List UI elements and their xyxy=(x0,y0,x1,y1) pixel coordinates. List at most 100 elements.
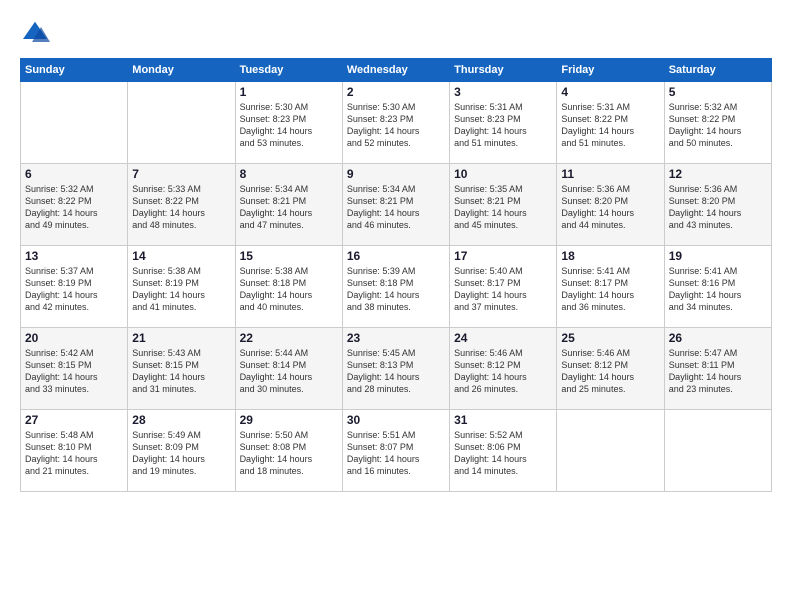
calendar-cell: 22 Sunrise: 5:44 AM Sunset: 8:14 PM Dayli… xyxy=(235,328,342,410)
calendar-cell: 16 Sunrise: 5:39 AM Sunset: 8:18 PM Dayli… xyxy=(342,246,449,328)
day-info: Sunrise: 5:34 AM Sunset: 8:21 PM Dayligh… xyxy=(347,183,445,232)
day-number: 26 xyxy=(669,331,767,345)
day-info: Sunrise: 5:39 AM Sunset: 8:18 PM Dayligh… xyxy=(347,265,445,314)
weekday-header-monday: Monday xyxy=(128,59,235,82)
day-number: 13 xyxy=(25,249,123,263)
day-number: 23 xyxy=(347,331,445,345)
day-number: 19 xyxy=(669,249,767,263)
week-row-1: 1 Sunrise: 5:30 AM Sunset: 8:23 PM Daylig… xyxy=(21,82,772,164)
calendar-cell: 23 Sunrise: 5:45 AM Sunset: 8:13 PM Dayli… xyxy=(342,328,449,410)
weekday-header-thursday: Thursday xyxy=(450,59,557,82)
day-number: 1 xyxy=(240,85,338,99)
calendar-cell: 13 Sunrise: 5:37 AM Sunset: 8:19 PM Dayli… xyxy=(21,246,128,328)
day-number: 10 xyxy=(454,167,552,181)
day-number: 16 xyxy=(347,249,445,263)
day-info: Sunrise: 5:36 AM Sunset: 8:20 PM Dayligh… xyxy=(669,183,767,232)
day-number: 6 xyxy=(25,167,123,181)
day-info: Sunrise: 5:30 AM Sunset: 8:23 PM Dayligh… xyxy=(347,101,445,150)
calendar-table: SundayMondayTuesdayWednesdayThursdayFrid… xyxy=(20,58,772,492)
day-number: 5 xyxy=(669,85,767,99)
day-info: Sunrise: 5:32 AM Sunset: 8:22 PM Dayligh… xyxy=(669,101,767,150)
day-info: Sunrise: 5:52 AM Sunset: 8:06 PM Dayligh… xyxy=(454,429,552,478)
calendar-cell: 11 Sunrise: 5:36 AM Sunset: 8:20 PM Dayli… xyxy=(557,164,664,246)
day-info: Sunrise: 5:32 AM Sunset: 8:22 PM Dayligh… xyxy=(25,183,123,232)
day-info: Sunrise: 5:50 AM Sunset: 8:08 PM Dayligh… xyxy=(240,429,338,478)
day-number: 20 xyxy=(25,331,123,345)
day-info: Sunrise: 5:45 AM Sunset: 8:13 PM Dayligh… xyxy=(347,347,445,396)
header xyxy=(20,18,772,48)
day-info: Sunrise: 5:51 AM Sunset: 8:07 PM Dayligh… xyxy=(347,429,445,478)
logo xyxy=(20,18,54,48)
calendar-cell: 10 Sunrise: 5:35 AM Sunset: 8:21 PM Dayli… xyxy=(450,164,557,246)
week-row-4: 20 Sunrise: 5:42 AM Sunset: 8:15 PM Dayli… xyxy=(21,328,772,410)
day-info: Sunrise: 5:41 AM Sunset: 8:16 PM Dayligh… xyxy=(669,265,767,314)
day-number: 2 xyxy=(347,85,445,99)
weekday-header-tuesday: Tuesday xyxy=(235,59,342,82)
week-row-3: 13 Sunrise: 5:37 AM Sunset: 8:19 PM Dayli… xyxy=(21,246,772,328)
day-info: Sunrise: 5:38 AM Sunset: 8:18 PM Dayligh… xyxy=(240,265,338,314)
calendar-cell: 17 Sunrise: 5:40 AM Sunset: 8:17 PM Dayli… xyxy=(450,246,557,328)
day-number: 27 xyxy=(25,413,123,427)
day-number: 3 xyxy=(454,85,552,99)
day-info: Sunrise: 5:47 AM Sunset: 8:11 PM Dayligh… xyxy=(669,347,767,396)
day-info: Sunrise: 5:37 AM Sunset: 8:19 PM Dayligh… xyxy=(25,265,123,314)
week-row-2: 6 Sunrise: 5:32 AM Sunset: 8:22 PM Daylig… xyxy=(21,164,772,246)
day-info: Sunrise: 5:36 AM Sunset: 8:20 PM Dayligh… xyxy=(561,183,659,232)
day-number: 18 xyxy=(561,249,659,263)
day-info: Sunrise: 5:30 AM Sunset: 8:23 PM Dayligh… xyxy=(240,101,338,150)
calendar-cell: 18 Sunrise: 5:41 AM Sunset: 8:17 PM Dayli… xyxy=(557,246,664,328)
calendar-cell: 5 Sunrise: 5:32 AM Sunset: 8:22 PM Daylig… xyxy=(664,82,771,164)
calendar-cell: 14 Sunrise: 5:38 AM Sunset: 8:19 PM Dayli… xyxy=(128,246,235,328)
calendar-cell: 1 Sunrise: 5:30 AM Sunset: 8:23 PM Daylig… xyxy=(235,82,342,164)
day-number: 14 xyxy=(132,249,230,263)
calendar-cell: 8 Sunrise: 5:34 AM Sunset: 8:21 PM Daylig… xyxy=(235,164,342,246)
day-number: 8 xyxy=(240,167,338,181)
calendar-cell: 30 Sunrise: 5:51 AM Sunset: 8:07 PM Dayli… xyxy=(342,410,449,492)
day-info: Sunrise: 5:40 AM Sunset: 8:17 PM Dayligh… xyxy=(454,265,552,314)
day-number: 30 xyxy=(347,413,445,427)
calendar-cell: 2 Sunrise: 5:30 AM Sunset: 8:23 PM Daylig… xyxy=(342,82,449,164)
weekday-header-friday: Friday xyxy=(557,59,664,82)
calendar-cell: 7 Sunrise: 5:33 AM Sunset: 8:22 PM Daylig… xyxy=(128,164,235,246)
calendar-cell: 9 Sunrise: 5:34 AM Sunset: 8:21 PM Daylig… xyxy=(342,164,449,246)
day-info: Sunrise: 5:31 AM Sunset: 8:22 PM Dayligh… xyxy=(561,101,659,150)
week-row-5: 27 Sunrise: 5:48 AM Sunset: 8:10 PM Dayli… xyxy=(21,410,772,492)
calendar-cell: 21Sunrise: 5:43 AM Sunset: 8:15 PM Dayli… xyxy=(128,328,235,410)
weekday-header-row: SundayMondayTuesdayWednesdayThursdayFrid… xyxy=(21,59,772,82)
day-number: 17 xyxy=(454,249,552,263)
calendar-cell: 25 Sunrise: 5:46 AM Sunset: 8:12 PM Dayli… xyxy=(557,328,664,410)
day-info: Sunrise: 5:41 AM Sunset: 8:17 PM Dayligh… xyxy=(561,265,659,314)
day-number: 7 xyxy=(132,167,230,181)
day-info: Sunrise: 5:44 AM Sunset: 8:14 PM Dayligh… xyxy=(240,347,338,396)
day-number: 31 xyxy=(454,413,552,427)
calendar-cell: 19 Sunrise: 5:41 AM Sunset: 8:16 PM Dayli… xyxy=(664,246,771,328)
day-number: 11 xyxy=(561,167,659,181)
day-info: Sunrise: 5:33 AM Sunset: 8:22 PM Dayligh… xyxy=(132,183,230,232)
calendar-cell: 20 Sunrise: 5:42 AM Sunset: 8:15 PM Dayli… xyxy=(21,328,128,410)
day-number: 29 xyxy=(240,413,338,427)
calendar-cell: 26 Sunrise: 5:47 AM Sunset: 8:11 PM Dayli… xyxy=(664,328,771,410)
day-info: Sunrise: 5:48 AM Sunset: 8:10 PM Dayligh… xyxy=(25,429,123,478)
day-info: Sunrise: 5:34 AM Sunset: 8:21 PM Dayligh… xyxy=(240,183,338,232)
day-info: Sunrise: 5:46 AM Sunset: 8:12 PM Dayligh… xyxy=(561,347,659,396)
calendar-cell xyxy=(21,82,128,164)
day-number: 25 xyxy=(561,331,659,345)
day-info: Sunrise: 5:35 AM Sunset: 8:21 PM Dayligh… xyxy=(454,183,552,232)
calendar-cell xyxy=(557,410,664,492)
day-number: 4 xyxy=(561,85,659,99)
calendar-cell: 6 Sunrise: 5:32 AM Sunset: 8:22 PM Daylig… xyxy=(21,164,128,246)
day-number: 12 xyxy=(669,167,767,181)
calendar-cell: 12 Sunrise: 5:36 AM Sunset: 8:20 PM Dayli… xyxy=(664,164,771,246)
day-number: 9 xyxy=(347,167,445,181)
weekday-header-saturday: Saturday xyxy=(664,59,771,82)
day-info: Sunrise: 5:42 AM Sunset: 8:15 PM Dayligh… xyxy=(25,347,123,396)
calendar-cell: 3Sunrise: 5:31 AM Sunset: 8:23 PM Daylig… xyxy=(450,82,557,164)
day-info: Sunrise: 5:38 AM Sunset: 8:19 PM Dayligh… xyxy=(132,265,230,314)
calendar-cell: 31 Sunrise: 5:52 AM Sunset: 8:06 PM Dayli… xyxy=(450,410,557,492)
day-number: 24 xyxy=(454,331,552,345)
calendar-cell: 27 Sunrise: 5:48 AM Sunset: 8:10 PM Dayli… xyxy=(21,410,128,492)
day-number: 22 xyxy=(240,331,338,345)
weekday-header-wednesday: Wednesday xyxy=(342,59,449,82)
calendar-cell: 24Sunrise: 5:46 AM Sunset: 8:12 PM Dayli… xyxy=(450,328,557,410)
calendar-cell: 15Sunrise: 5:38 AM Sunset: 8:18 PM Dayli… xyxy=(235,246,342,328)
